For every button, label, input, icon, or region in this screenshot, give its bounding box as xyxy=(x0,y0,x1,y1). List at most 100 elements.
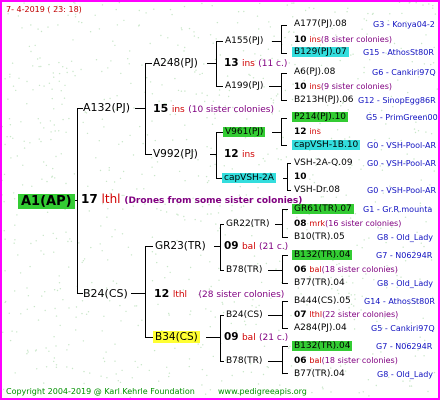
connector xyxy=(207,63,216,64)
connector xyxy=(282,283,288,284)
gen4-right-11: G0 - VSH-Pool-AR xyxy=(367,186,437,195)
queen-a132[interactable]: A132(PJ) xyxy=(83,101,130,114)
queen-b78-b[interactable]: B78(TR) xyxy=(226,355,262,368)
gen4-right-21: G7 - N06294R xyxy=(376,342,433,351)
connector xyxy=(220,315,221,362)
connector xyxy=(145,337,153,338)
connector xyxy=(281,118,282,146)
gen4-row-8[interactable]: capVSH-1B.10 xyxy=(292,139,361,152)
connector xyxy=(282,346,288,347)
connector xyxy=(287,163,291,164)
gen4-row-14[interactable]: B10(TR).05 xyxy=(294,231,345,244)
connector xyxy=(281,73,287,74)
gen4-right-3: G6 - Cankiri97Q xyxy=(372,68,436,77)
connector xyxy=(216,86,223,87)
gen4-row-9[interactable]: VSH-2A-Q.09 xyxy=(294,157,353,170)
gen4-sisters-10: 10 xyxy=(294,172,307,182)
gen4-right-17: G8 - Old_Lady xyxy=(377,279,434,288)
connector xyxy=(281,25,287,26)
connector xyxy=(282,328,288,329)
connector xyxy=(145,154,152,155)
connector xyxy=(272,41,281,42)
gen4-row-11[interactable]: VSH-Dr.08 xyxy=(294,184,340,197)
gen4-row-15[interactable]: B132(TR).04 xyxy=(292,249,353,262)
queen-b24cs[interactable]: B24(CS) xyxy=(226,309,263,322)
queen-gr23[interactable]: GR23(TR) xyxy=(155,240,206,253)
connector xyxy=(216,132,223,133)
gen4-right-23: G8 - Old_Lady xyxy=(377,370,434,379)
queen-v992[interactable]: V992(PJ) xyxy=(153,148,198,161)
queen-v992-info: 12 ins xyxy=(224,148,255,160)
connector xyxy=(272,132,281,133)
connector xyxy=(220,270,224,271)
connector xyxy=(145,246,146,338)
gen4-row-3[interactable]: A6(PJ).08 xyxy=(294,66,335,79)
gen4-sisters-22: 06 bal(18 sister colonies) xyxy=(294,356,398,366)
connector xyxy=(216,41,223,42)
gen4-right-20: G5 - Cankiri97Q xyxy=(371,324,435,333)
gen4-row-6[interactable]: P214(PJ).10 xyxy=(292,111,349,124)
connector xyxy=(77,108,78,294)
gen4-sisters-19: 07 lthl(22 sister colonies) xyxy=(294,310,399,320)
gen4-row-17[interactable]: B77(TR).04 xyxy=(294,277,345,290)
connector xyxy=(220,361,224,362)
gen4-right-2: G15 - AthosSt80R xyxy=(363,48,434,57)
connector xyxy=(216,132,217,179)
connector xyxy=(135,108,145,109)
connector xyxy=(281,25,282,53)
gen4-row-0[interactable]: A177(PJ).08 xyxy=(294,18,347,31)
connector xyxy=(282,255,288,256)
connector xyxy=(220,224,221,271)
footer-copyright: Copyright 2004-2019 @ Karl Kehrle Founda… xyxy=(6,387,195,396)
connector xyxy=(281,145,287,146)
queen-gr22[interactable]: GR22(TR) xyxy=(226,218,269,231)
gen4-right-14: G8 - Old_Lady xyxy=(377,233,434,242)
queen-b24[interactable]: B24(CS) xyxy=(83,287,128,300)
gen4-row-21[interactable]: B132(TR).04 xyxy=(292,340,353,353)
gen4-row-5[interactable]: B213H(PJ).06 xyxy=(294,94,354,107)
footer-site-link[interactable]: www.pedigreeapis.org xyxy=(218,385,307,398)
queen-v961[interactable]: V961(PJ) xyxy=(223,126,266,139)
gen4-right-15: G7 - N06294R xyxy=(376,251,433,260)
connector xyxy=(131,293,145,294)
connector xyxy=(145,246,153,247)
gen4-right-0: G3 - Konya04-2 xyxy=(373,20,435,29)
connector xyxy=(281,100,287,101)
queen-a155[interactable]: A155(PJ) xyxy=(225,35,263,48)
gen4-right-12: G1 - Gr.R.mounta xyxy=(363,205,433,214)
connector xyxy=(268,315,282,316)
connector xyxy=(145,63,146,155)
queen-a248[interactable]: A248(PJ) xyxy=(153,57,198,70)
connector xyxy=(275,224,282,225)
root-info: 17 lthl (Drones from some sister colonie… xyxy=(81,192,303,207)
gen4-right-5: G12 - SinopEgg86R xyxy=(358,96,436,105)
gen4-sisters-4: 10 ins(9 sister colonies) xyxy=(294,82,392,92)
connector xyxy=(282,209,283,238)
connector xyxy=(206,337,220,338)
root-queen[interactable]: A1(AP) xyxy=(18,193,75,209)
gen4-right-6: G5 - PrimGreen00 xyxy=(366,113,438,122)
connector xyxy=(282,301,283,329)
queen-b34-info: 09 bal (21 c.) xyxy=(224,331,289,343)
queen-capvsh-2a[interactable]: capVSH-2A xyxy=(222,172,276,185)
gen4-right-18: G14 - AthosSt80R xyxy=(364,297,435,306)
queen-a248-info: 13 ins (11 c.) xyxy=(224,57,288,69)
queen-b34[interactable]: B34(CS) xyxy=(153,331,200,344)
connector xyxy=(287,163,288,191)
gen4-row-18[interactable]: B444(CS).05 xyxy=(294,295,351,308)
connector xyxy=(282,255,283,284)
connector xyxy=(282,373,288,374)
gen4-right-9: G0 - VSH-Pool-AR xyxy=(367,159,437,168)
connector xyxy=(282,346,283,374)
gen4-sisters-1: 10 ins(8 sister colonies) xyxy=(294,35,392,45)
gen4-row-23[interactable]: B77(TR).04 xyxy=(294,368,345,381)
queen-b78-a[interactable]: B78(TR) xyxy=(226,264,262,277)
queen-a199[interactable]: A199(PJ) xyxy=(225,80,263,93)
gen4-row-12[interactable]: GR61(TR).07 xyxy=(292,203,354,216)
connector xyxy=(269,86,281,87)
pedigree-frame: 7- 4-2019 ( 23: 18) A1(AP) 17 lthl (Dron… xyxy=(0,0,440,400)
connector xyxy=(216,41,217,87)
gen4-sisters-7: 12 ins xyxy=(294,127,321,137)
gen4-row-20[interactable]: A284(PJ).04 xyxy=(294,322,347,335)
gen4-row-2[interactable]: B129(PJ).07 xyxy=(292,46,349,59)
